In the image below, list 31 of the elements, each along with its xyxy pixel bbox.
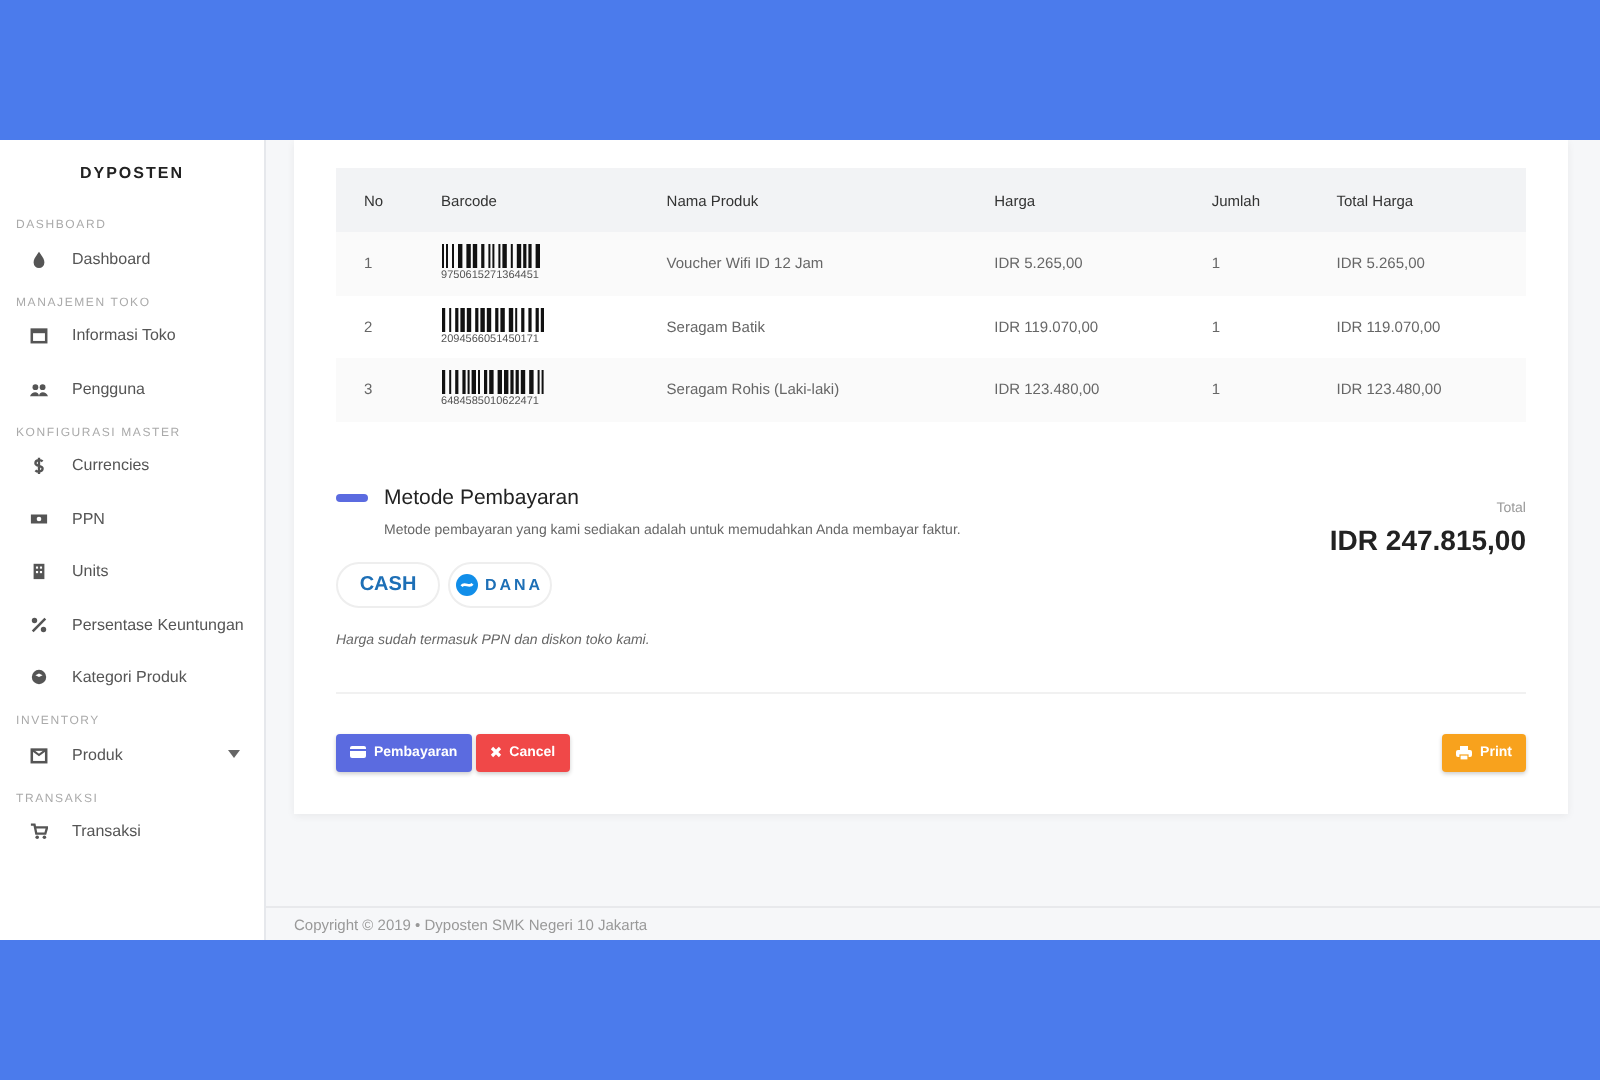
total-amount: IDR 247.815,00 bbox=[1329, 523, 1526, 555]
sidebar-item[interactable]: Dashboard bbox=[0, 232, 264, 285]
barcode-drawing bbox=[441, 370, 546, 395]
store-icon bbox=[30, 326, 48, 345]
payment-method[interactable]: DANA bbox=[448, 561, 552, 607]
sidebar-item[interactable]: Produk bbox=[0, 728, 264, 781]
brand-title: DYPOSTEN bbox=[77, 162, 186, 186]
sidebar-item[interactable]: Pengguna bbox=[0, 362, 264, 415]
cart-icon bbox=[30, 822, 48, 841]
close-icon bbox=[489, 746, 502, 758]
sidebar-item[interactable]: Currencies bbox=[0, 439, 264, 492]
drop-icon bbox=[30, 249, 48, 268]
sidebar-item[interactable]: Kategori Produk bbox=[0, 651, 264, 704]
wallet-logo-icon bbox=[456, 573, 479, 595]
users-icon bbox=[30, 379, 48, 398]
sidebar-item[interactable]: Transaksi bbox=[0, 805, 264, 858]
section-title: Metode Pembayaran bbox=[384, 485, 579, 509]
sidebar-item[interactable]: Units bbox=[0, 545, 264, 598]
barcode-drawing bbox=[441, 244, 546, 269]
printer-icon bbox=[1456, 745, 1473, 759]
accent-bar bbox=[336, 493, 368, 501]
sidebar-item[interactable]: Persentase Keuntungan bbox=[0, 598, 264, 651]
building-icon bbox=[30, 562, 48, 581]
percent-icon bbox=[30, 615, 48, 634]
credit-card-icon bbox=[350, 746, 366, 758]
sidebar-item[interactable]: Informasi Toko bbox=[0, 309, 264, 362]
banknote-icon bbox=[30, 509, 48, 528]
barcode-drawing bbox=[441, 307, 546, 332]
dollar-icon bbox=[30, 456, 48, 475]
sidebar-item[interactable]: PPN bbox=[0, 492, 264, 545]
payment-method[interactable]: CASH bbox=[336, 561, 440, 607]
